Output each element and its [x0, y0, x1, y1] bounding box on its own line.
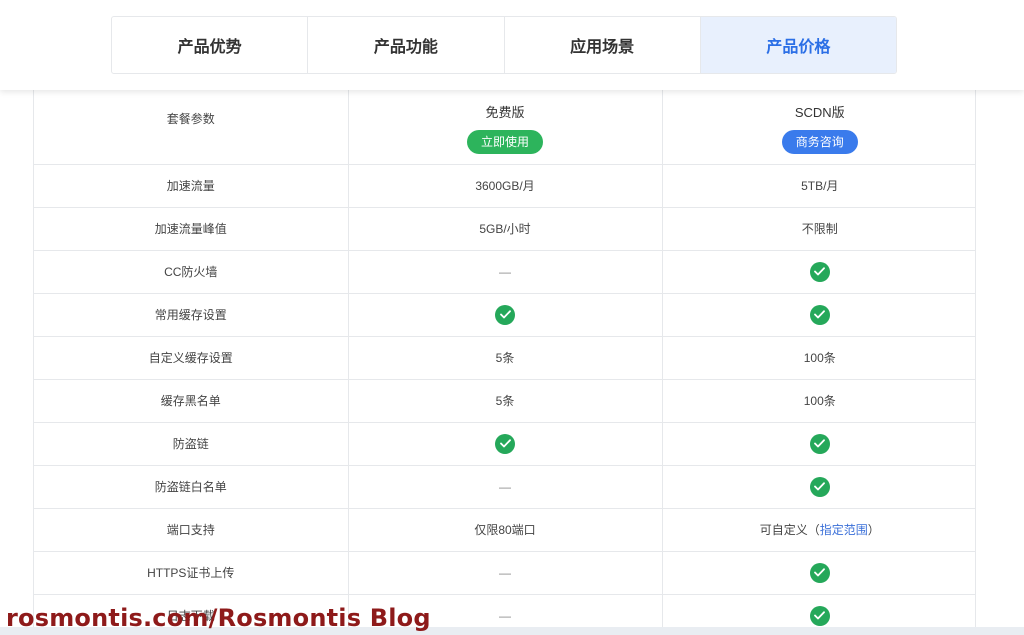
business-consult-button[interactable]: 商务咨询 [781, 129, 858, 154]
scdn-plan-value [662, 293, 975, 337]
top-navigation-bar: 产品优势 产品功能 应用场景 产品价格 [0, 0, 1024, 90]
free-plan-value: — [348, 250, 663, 294]
feature-label: 加速流量 [34, 164, 349, 208]
feature-label: 常用缓存设置 [34, 293, 349, 337]
table-row: 缓存黑名单 5条 100条 [34, 379, 975, 423]
product-tabs: 产品优势 产品功能 应用场景 产品价格 [111, 16, 897, 74]
scdn-plan-value [662, 422, 975, 466]
check-icon [809, 605, 830, 626]
check-icon [809, 304, 830, 325]
check-icon [809, 261, 830, 282]
scdn-plan-header: SCDN版 商务咨询 [662, 90, 975, 165]
value-text: 5条 [495, 351, 515, 365]
specified-range-link[interactable]: 指定范围 [820, 523, 868, 537]
table-row: 自定义缓存设置 5条 100条 [34, 336, 975, 380]
check-icon [809, 476, 830, 497]
value-text: 仅限80端口 [474, 523, 536, 537]
check-icon [809, 562, 830, 583]
table-row: 端口支持 仅限80端口 可自定义（指定范围） [34, 508, 975, 552]
free-plan-value: 仅限80端口 [348, 508, 663, 552]
table-row: 防盗链白名单 — [34, 465, 975, 509]
watermark-text: rosmontis.com/Rosmontis Blog [6, 604, 431, 632]
free-plan-header: 免费版 立即使用 [348, 90, 663, 165]
free-plan-value: 5GB/小时 [348, 207, 663, 251]
feature-label: CC防火墙 [34, 250, 349, 294]
feature-label: 防盗链白名单 [34, 465, 349, 509]
free-plan-value: — [348, 551, 663, 595]
value-text: 5条 [495, 394, 515, 408]
value-text: 3600GB/月 [475, 179, 535, 193]
free-plan-value: 5条 [348, 336, 663, 380]
free-plan-value: 5条 [348, 379, 663, 423]
not-available-dash: — [499, 565, 511, 580]
scdn-plan-name: SCDN版 [794, 104, 845, 120]
table-row: 常用缓存设置 [34, 293, 975, 337]
pricing-table-container: 套餐参数 免费版 立即使用 SCDN版 商务咨询 加速流量 3600GB/月 5TB… [33, 90, 976, 635]
scdn-plan-value [662, 465, 975, 509]
value-text: 5TB/月 [801, 179, 839, 193]
not-available-dash: — [499, 479, 511, 494]
free-plan-value [348, 293, 663, 337]
table-row: CC防火墙 — [34, 250, 975, 294]
value-text: 100条 [803, 394, 836, 408]
feature-label: HTTPS证书上传 [34, 551, 349, 595]
table-header-row: 套餐参数 免费版 立即使用 SCDN版 商务咨询 [34, 90, 975, 165]
free-plan-name: 免费版 [485, 104, 525, 120]
value-suffix: ） [867, 523, 880, 537]
pricing-table: 套餐参数 免费版 立即使用 SCDN版 商务咨询 加速流量 3600GB/月 5TB… [34, 90, 975, 635]
free-plan-value: — [348, 465, 663, 509]
scdn-plan-value: 5TB/月 [662, 164, 975, 208]
package-params-label: 套餐参数 [34, 90, 349, 165]
feature-label: 加速流量峰值 [34, 207, 349, 251]
feature-label: 缓存黑名单 [34, 379, 349, 423]
scdn-plan-value [662, 551, 975, 595]
tab-product-features[interactable]: 产品功能 [308, 17, 505, 73]
value-text: 可自定义（ [759, 523, 820, 537]
feature-label: 防盗链 [34, 422, 349, 466]
table-row: HTTPS证书上传 — [34, 551, 975, 595]
value-text: 5GB/小时 [479, 222, 531, 236]
check-icon [495, 433, 515, 454]
use-now-button[interactable]: 立即使用 [466, 129, 543, 154]
scdn-plan-value: 100条 [662, 379, 975, 423]
not-available-dash: — [499, 608, 511, 623]
feature-label: 自定义缓存设置 [34, 336, 349, 380]
scdn-plan-value: 不限制 [662, 207, 975, 251]
tab-application-scenarios[interactable]: 应用场景 [505, 17, 701, 73]
table-row: 防盗链 [34, 422, 975, 466]
tab-product-advantages[interactable]: 产品优势 [112, 17, 309, 73]
scdn-plan-value: 100条 [662, 336, 975, 380]
check-icon [495, 304, 515, 325]
table-row: 加速流量 3600GB/月 5TB/月 [34, 164, 975, 208]
tab-product-pricing[interactable]: 产品价格 [700, 17, 896, 73]
not-available-dash: — [499, 264, 511, 279]
value-text: 不限制 [801, 222, 838, 236]
free-plan-value [348, 422, 663, 466]
value-text: 100条 [803, 351, 836, 365]
feature-label: 端口支持 [34, 508, 349, 552]
scdn-plan-value [662, 250, 975, 294]
scdn-plan-value: 可自定义（指定范围） [662, 508, 975, 552]
table-row: 加速流量峰值 5GB/小时 不限制 [34, 207, 975, 251]
check-icon [809, 433, 830, 454]
free-plan-value: 3600GB/月 [348, 164, 663, 208]
